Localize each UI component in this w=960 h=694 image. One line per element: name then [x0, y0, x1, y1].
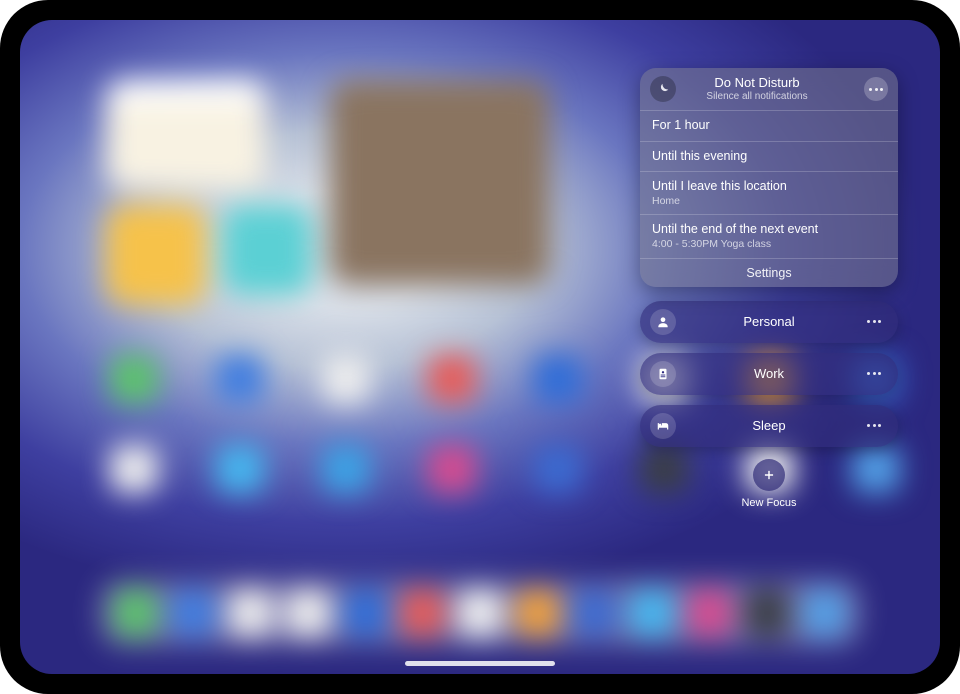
focus-mode-list: Personal Work	[640, 301, 898, 447]
dnd-more-button[interactable]	[864, 77, 888, 101]
focus-mode-sleep[interactable]: Sleep	[640, 405, 898, 447]
badge-icon	[650, 361, 676, 387]
focus-mode-personal[interactable]: Personal	[640, 301, 898, 343]
dnd-option-until-next-event[interactable]: Until the end of the next event 4:00 - 5…	[640, 214, 898, 257]
focus-mode-more-button[interactable]	[862, 414, 886, 438]
dnd-subtitle: Silence all notifications	[650, 91, 864, 102]
dnd-title: Do Not Disturb	[650, 76, 864, 90]
widget-photos	[330, 80, 550, 285]
dock	[100, 580, 860, 646]
focus-mode-label: Work	[676, 366, 862, 381]
focus-mode-label: Personal	[676, 314, 862, 329]
focus-mode-more-button[interactable]	[862, 310, 886, 334]
dnd-option-label: Until the end of the next event	[652, 222, 886, 238]
home-indicator[interactable]	[405, 661, 555, 666]
screen: Do Not Disturb Silence all notifications…	[20, 20, 940, 674]
dnd-option-detail: 4:00 - 5:30PM Yoga class	[652, 238, 886, 251]
dnd-settings-link[interactable]: Settings	[640, 258, 898, 287]
dnd-settings-label: Settings	[746, 266, 791, 280]
new-focus-label: New Focus	[741, 497, 796, 509]
widget-small-2	[222, 205, 312, 295]
dnd-header[interactable]: Do Not Disturb Silence all notifications	[640, 68, 898, 110]
more-icon	[867, 320, 881, 323]
dnd-option-until-leave-location[interactable]: Until I leave this location Home	[640, 171, 898, 214]
bed-icon	[650, 413, 676, 439]
new-focus-button[interactable]	[753, 459, 785, 491]
dnd-option-detail: Home	[652, 195, 886, 208]
plus-icon	[762, 468, 776, 482]
ipad-frame: Do Not Disturb Silence all notifications…	[0, 0, 960, 694]
widget-small-1	[106, 205, 206, 305]
more-icon	[869, 88, 883, 91]
dnd-option-label: For 1 hour	[652, 118, 886, 134]
focus-panel: Do Not Disturb Silence all notifications…	[640, 68, 898, 509]
dnd-option-label: Until this evening	[652, 149, 886, 165]
focus-mode-label: Sleep	[676, 418, 862, 433]
dnd-option-label: Until I leave this location	[652, 179, 886, 195]
focus-mode-work[interactable]: Work	[640, 353, 898, 395]
dnd-option-1-hour[interactable]: For 1 hour	[640, 110, 898, 141]
dnd-title-block: Do Not Disturb Silence all notifications	[650, 76, 864, 101]
more-icon	[867, 372, 881, 375]
person-icon	[650, 309, 676, 335]
widget-notes	[106, 80, 266, 190]
dnd-option-until-evening[interactable]: Until this evening	[640, 141, 898, 172]
focus-mode-more-button[interactable]	[862, 362, 886, 386]
dnd-card: Do Not Disturb Silence all notifications…	[640, 68, 898, 287]
more-icon	[867, 424, 881, 427]
new-focus: New Focus	[640, 459, 898, 509]
